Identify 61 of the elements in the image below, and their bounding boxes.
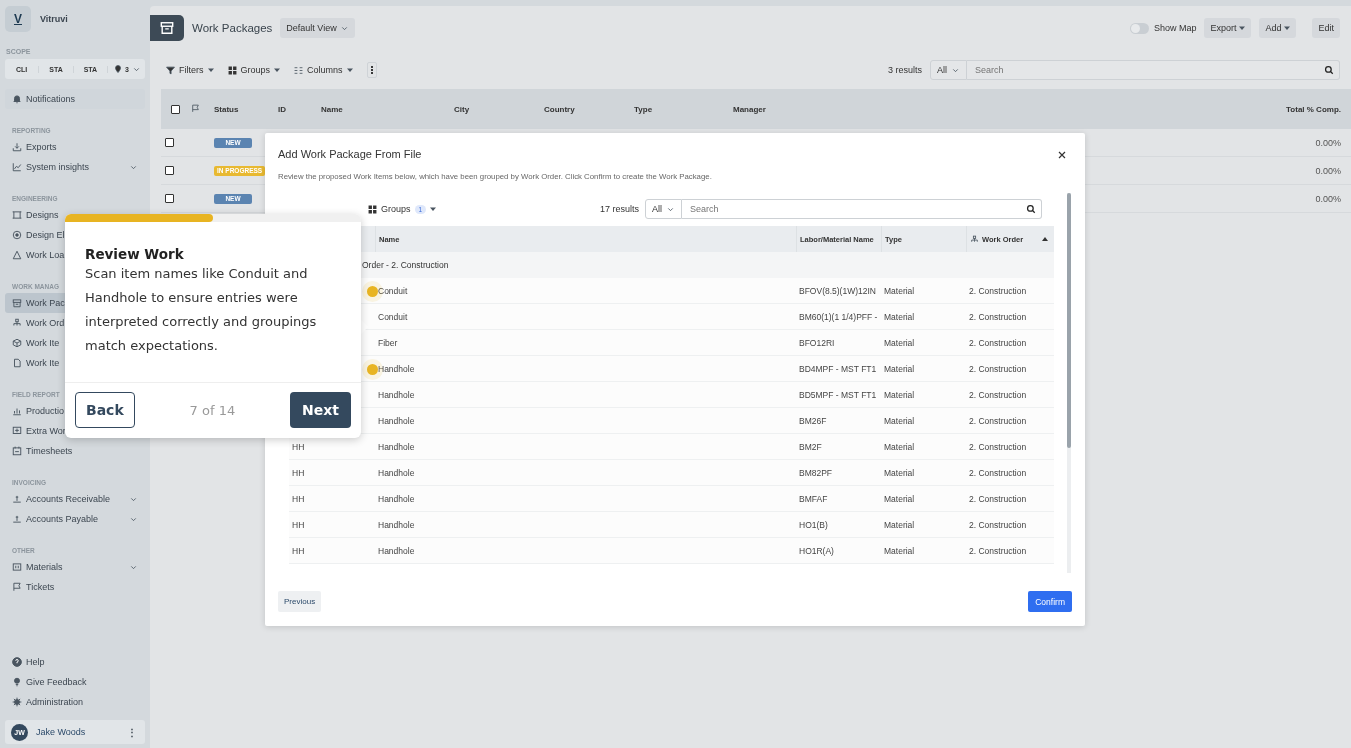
table-cell-text: 2. Construction [968,389,1028,400]
table-cell-text: Handhole [377,363,416,374]
table-cell-text: 2. Construction [968,285,1028,296]
table-cell-text: HH [291,493,306,504]
table-cell-text: HH [291,545,306,556]
table-cell-text: BD5MPF - MST FT1 [798,389,878,400]
table-cell-text: Handhole [377,441,416,452]
table-cell-text: Conduit [377,285,409,296]
dialog-title: Add Work Package From File [278,148,422,160]
table-cell-text: Material [883,337,916,348]
table-cell-text: 2. Construction [968,415,1028,426]
table-cell-text: 2. Construction [968,519,1028,530]
table-cell-text: BFO12RI [798,337,836,348]
table-cell-text: BM26F [798,415,828,426]
table-cell-text: 2. Construction [968,337,1028,348]
table-cell-text: Handhole [377,415,416,426]
table-cell-text: 2. Construction [968,441,1028,452]
page-title: Work Packages [192,22,273,34]
table-cell-text: BMFAF [798,493,829,504]
table-cell-text: Material [883,493,916,504]
table-cell-text: HH [291,441,306,452]
table-cell-text: 0.00% [1314,193,1342,204]
table-cell-text: 0.00% [1314,137,1342,148]
table-cell-text: BFOV(8.5)(1W)12IN [798,285,877,296]
app-name: Vitruvi [40,14,68,24]
table-cell-text: 0.00% [1314,165,1342,176]
table-cell-text: HH [291,467,306,478]
table-cell-text: BM82PF [798,467,834,478]
table-cell-text: Material [883,545,916,556]
results-count: 17 results [599,204,639,214]
toggle-label: Show Map [1153,23,1197,33]
table-cell-text: Handhole [377,519,416,530]
table-cell-text: Material [883,311,916,322]
table-cell-text: Material [883,285,916,296]
results-count: 3 results [888,65,922,75]
table-cell-text: Handhole [377,389,416,400]
table-cell-text: HO1(B) [798,519,829,530]
popover-text: Scan item names like Conduit and Handhole to ensure entries were interpreted correctly and groupings match expectations. [85,265,318,355]
table-cell-text: Handhole [377,493,416,504]
table-cell-text: BM60(1)(1 1/4)PFF - [798,311,879,322]
table-cell-text: HH [291,519,306,530]
table-cell-text: Material [883,467,916,478]
table-cell-text: Material [883,363,916,374]
table-cell-text: Material [883,389,916,400]
table-cell-text: Handhole [377,467,416,478]
table-cell-text: 2. Construction [968,311,1028,322]
table-cell-text: 2. Construction [968,467,1028,478]
table-cell-text: 2. Construction [968,493,1028,504]
table-cell-text: Material [883,415,916,426]
table-cell-text: Material [883,519,916,530]
table-cell-text: HO1R(A) [798,545,835,556]
table-cell-text: 2. Construction [968,545,1028,556]
table-cell-text: BM2F [798,441,823,452]
table-cell-text: Conduit [377,311,409,322]
table-cell-text: Handhole [377,545,416,556]
table-cell-text: Fiber [377,337,399,348]
table-cell-text: 2. Construction [968,363,1028,374]
popover-title: Review Work [85,246,185,262]
table-cell-text: BD4MPF - MST FT1 [798,363,878,374]
step-counter: 7 of 14 [189,402,236,418]
table-cell-text: Material [883,441,916,452]
